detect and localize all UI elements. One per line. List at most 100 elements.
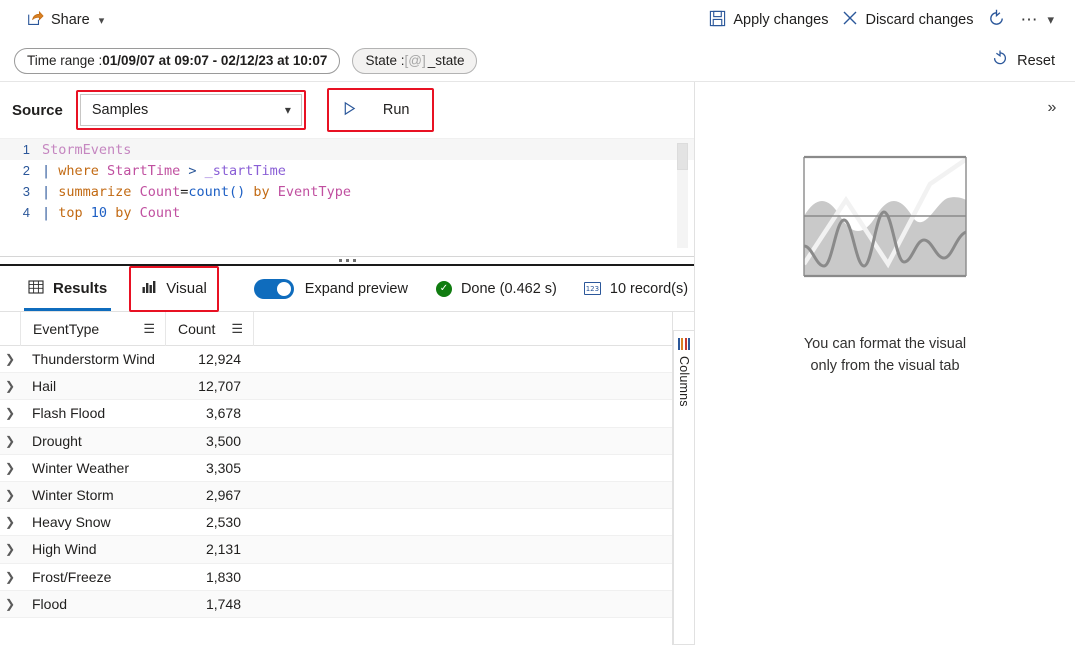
- run-label: Run: [382, 102, 410, 118]
- source-row: Source Samples ▾ Run: [0, 82, 694, 139]
- apply-changes-button[interactable]: Apply changes: [702, 4, 835, 36]
- share-icon: [27, 10, 44, 31]
- line-number: 4: [22, 205, 30, 220]
- visual-placeholder-line2: only from the visual tab: [810, 357, 960, 374]
- chevron-down-icon: ▾: [284, 103, 291, 117]
- cell-eventtype: Winter Storm: [32, 487, 114, 504]
- reset-button[interactable]: Reset: [985, 46, 1061, 76]
- tab-visual-label: Visual: [166, 280, 207, 297]
- chevron-down-icon[interactable]: ▾: [99, 14, 105, 27]
- table-row[interactable]: ❯ Drought 3,500: [0, 427, 672, 455]
- state-token: [@]: [404, 53, 426, 68]
- code-line[interactable]: 1 StormEvents: [0, 139, 694, 160]
- columns-rail-label: Columns: [677, 356, 691, 407]
- share-button[interactable]: Share ▾: [20, 4, 111, 36]
- time-range-pill[interactable]: Time range : 01/09/07 at 09:07 - 02/12/2…: [14, 47, 341, 74]
- expand-preview-group: Expand preview: [253, 278, 408, 299]
- menu-icon[interactable]: ☰: [231, 322, 243, 335]
- columns-panel-button[interactable]: Columns: [673, 330, 694, 645]
- results-grid-wrap: EventType ☰ Count ☰ ❯ Thunderstorm Wind …: [0, 312, 694, 645]
- refresh-icon: [987, 9, 1006, 32]
- share-label: Share: [51, 12, 90, 28]
- cell-count: 12,707: [198, 378, 241, 395]
- column-header-eventtype[interactable]: EventType ☰: [20, 312, 165, 346]
- chevron-right-icon[interactable]: ❯: [0, 379, 20, 393]
- results-toolbar: Results Visual Expand preview ✓ Done (0.…: [0, 265, 694, 312]
- code-text: | top 10 by Count: [42, 204, 181, 221]
- tab-results[interactable]: Results: [16, 267, 119, 311]
- state-pill[interactable]: State : [@] _state: [352, 47, 478, 74]
- table-row[interactable]: ❯ High Wind 2,131: [0, 536, 672, 564]
- visual-placeholder-line1: You can format the visual: [803, 336, 967, 352]
- column-header-label: Count: [178, 320, 216, 337]
- cell-eventtype: High Wind: [32, 541, 97, 558]
- menu-icon[interactable]: ☰: [143, 322, 155, 335]
- table-row[interactable]: ❯ Heavy Snow 2,530: [0, 509, 672, 537]
- discard-changes-button[interactable]: Discard changes: [835, 4, 980, 36]
- main-area: Source Samples ▾ Run 1 StormEvents 2 | w…: [0, 82, 1075, 645]
- chevron-right-icon[interactable]: ❯: [0, 570, 20, 584]
- expand-preview-label: Expand preview: [304, 280, 408, 297]
- source-select[interactable]: Samples ▾: [79, 94, 302, 126]
- code-line[interactable]: 3 | summarize Count=count() by EventType: [0, 181, 694, 202]
- chevron-double-right-icon[interactable]: »: [1037, 94, 1067, 122]
- table-row[interactable]: ❯ Thunderstorm Wind 12,924: [0, 346, 672, 374]
- cell-count: 2,530: [205, 514, 241, 531]
- table-row[interactable]: ❯ Winter Storm 2,967: [0, 481, 672, 510]
- cell-count: 1,830: [205, 568, 241, 585]
- code-line[interactable]: 2 | where StartTime > _startTime: [0, 160, 694, 181]
- command-bar: Share ▾ Apply changes Discard changes ⋯ …: [0, 0, 1075, 40]
- table-row[interactable]: ❯ Flood 1,748: [0, 590, 672, 618]
- cell-eventtype: Thunderstorm Wind: [32, 351, 155, 368]
- state-prefix: State :: [365, 53, 405, 68]
- query-editor[interactable]: 1 StormEvents 2 | where StartTime > _sta…: [0, 139, 694, 256]
- table-row[interactable]: ❯ Frost/Freeze 1,830: [0, 564, 672, 591]
- editor-scrollbar-thumb[interactable]: [677, 143, 688, 170]
- time-range-value: 01/09/07 at 09:07 - 02/12/23 at 10:07: [102, 53, 328, 68]
- pane-splitter[interactable]: [0, 256, 694, 266]
- discard-changes-label: Discard changes: [865, 12, 974, 28]
- ellipsis-icon: ⋯: [1020, 10, 1039, 29]
- table-row[interactable]: ❯ Winter Weather 3,305: [0, 455, 672, 482]
- column-header-count[interactable]: Count ☰: [165, 312, 253, 346]
- play-icon: [342, 101, 357, 120]
- expand-preview-toggle[interactable]: [253, 278, 294, 299]
- query-pane: Source Samples ▾ Run 1 StormEvents 2 | w…: [0, 82, 695, 645]
- line-number: 1: [22, 142, 30, 157]
- table-row[interactable]: ❯ Flash Flood 3,678: [0, 400, 672, 428]
- refresh-button[interactable]: [980, 4, 1013, 36]
- chevron-right-icon[interactable]: ❯: [0, 434, 20, 448]
- code-line[interactable]: 4 | top 10 by Count: [0, 202, 694, 223]
- cell-count: 2,131: [205, 541, 241, 558]
- run-button[interactable]: Run: [331, 93, 430, 127]
- column-header-label: EventType: [33, 320, 100, 337]
- chevron-right-icon[interactable]: ❯: [0, 488, 20, 502]
- table-row[interactable]: ❯ Hail 12,707: [0, 373, 672, 401]
- cell-eventtype: Winter Weather: [32, 459, 129, 476]
- chevron-right-icon[interactable]: ❯: [0, 461, 20, 475]
- cell-eventtype: Drought: [32, 432, 82, 449]
- splitter-dot: [338, 259, 342, 262]
- apply-changes-label: Apply changes: [733, 12, 829, 28]
- visual-placeholder: You can format the visual only from the …: [695, 154, 1075, 378]
- cell-eventtype: Heavy Snow: [32, 514, 111, 531]
- save-icon: [709, 10, 726, 31]
- chevron-right-icon[interactable]: ❯: [0, 406, 20, 420]
- cell-eventtype: Flood: [32, 595, 68, 612]
- record-count-label: 10 record(s): [609, 280, 689, 297]
- chevron-right-icon[interactable]: ❯: [0, 597, 20, 611]
- visual-panel: » You can format the visual only from th…: [695, 82, 1075, 645]
- chevron-right-icon[interactable]: ❯: [0, 515, 20, 529]
- toggle-knob: [276, 281, 291, 296]
- chevron-right-icon[interactable]: ❯: [0, 542, 20, 556]
- columns-icon: [677, 338, 691, 350]
- chevron-right-icon[interactable]: ❯: [0, 352, 20, 366]
- source-label: Source: [12, 101, 63, 119]
- undo-icon: [991, 49, 1009, 72]
- grid-body: ❯ Thunderstorm Wind 12,924 ❯ Hail 12,707…: [0, 346, 672, 618]
- cell-count: 12,924: [198, 351, 241, 368]
- chart-icon: [141, 279, 157, 299]
- overflow-menu-button[interactable]: ⋯ ▾: [1013, 4, 1061, 36]
- tab-visual[interactable]: Visual: [131, 270, 217, 308]
- chevron-down-icon[interactable]: ▾: [1047, 12, 1054, 28]
